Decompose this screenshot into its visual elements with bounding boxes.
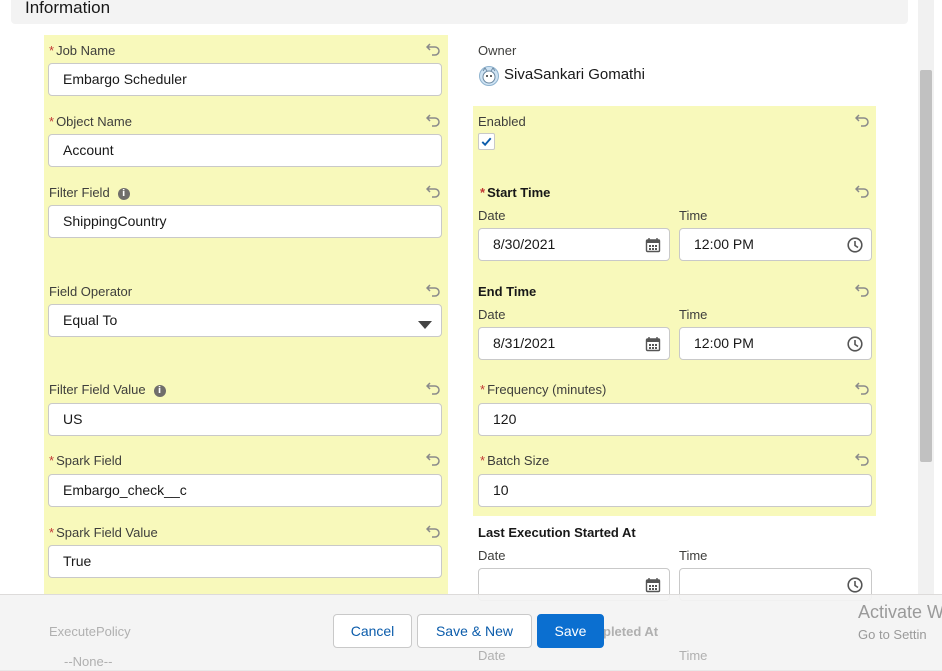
field-operator-select[interactable]: Equal To bbox=[48, 304, 442, 337]
start-date-input[interactable]: 8/30/2021 bbox=[478, 228, 670, 261]
info-icon[interactable]: i bbox=[117, 187, 130, 200]
object-name-label: * Object Name bbox=[49, 114, 132, 129]
last-started-time-label: Time bbox=[679, 548, 708, 563]
undo-icon[interactable] bbox=[855, 380, 871, 396]
frequency-label: * Frequency (minutes) bbox=[480, 382, 607, 397]
job-name-input[interactable]: Embargo Scheduler bbox=[48, 63, 442, 96]
undo-icon[interactable] bbox=[426, 112, 442, 128]
undo-icon[interactable] bbox=[426, 451, 442, 467]
calendar-icon[interactable] bbox=[645, 336, 661, 352]
save-and-new-button[interactable]: Save & New bbox=[417, 614, 532, 648]
end-date-input[interactable]: 8/31/2021 bbox=[478, 327, 670, 360]
job-name-label: * Job Name bbox=[49, 43, 116, 58]
undo-icon[interactable] bbox=[426, 380, 442, 396]
field-operator-label: Field Operator bbox=[49, 284, 133, 299]
undo-icon[interactable] bbox=[855, 112, 871, 128]
undo-icon[interactable] bbox=[426, 523, 442, 539]
undo-icon[interactable] bbox=[426, 41, 442, 57]
section-header[interactable]: Information bbox=[11, 0, 908, 24]
section-title: Information bbox=[25, 0, 111, 17]
spark-field-value-input[interactable]: True bbox=[48, 545, 442, 578]
filter-field-input[interactable]: ShippingCountry bbox=[48, 205, 442, 238]
end-time-label: End Time bbox=[478, 284, 537, 299]
last-completed-date-label: Date bbox=[478, 648, 506, 663]
edit-record-modal: Information * Job Name Embargo Scheduler … bbox=[0, 0, 942, 671]
execute-policy-label: ExecutePolicy bbox=[49, 624, 131, 639]
chevron-down-icon bbox=[418, 321, 432, 329]
clock-icon[interactable] bbox=[847, 577, 863, 593]
last-completed-time-label: Time bbox=[679, 648, 708, 663]
windows-activation-subtext: Go to Settin bbox=[858, 627, 927, 642]
owner-label: Owner bbox=[478, 43, 517, 58]
object-name-input[interactable]: Account bbox=[48, 134, 442, 167]
last-execution-started-label: Last Execution Started At bbox=[478, 525, 636, 540]
start-time-input[interactable]: 12:00 PM bbox=[679, 228, 872, 261]
execute-policy-value: --None-- bbox=[64, 654, 113, 669]
undo-icon[interactable] bbox=[426, 282, 442, 298]
enabled-label: Enabled bbox=[478, 114, 526, 129]
clock-icon[interactable] bbox=[847, 336, 863, 352]
windows-activation-watermark: Activate W bbox=[858, 602, 942, 622]
spark-field-value-label: * Spark Field Value bbox=[49, 525, 158, 540]
start-time-sub-label: Time bbox=[679, 208, 708, 223]
calendar-icon[interactable] bbox=[645, 577, 661, 593]
clock-icon[interactable] bbox=[847, 237, 863, 253]
start-date-label: Date bbox=[478, 208, 506, 223]
calendar-icon[interactable] bbox=[645, 237, 661, 253]
undo-icon[interactable] bbox=[855, 451, 871, 467]
modal-footer: ExecutePolicy --None-- pleted At Date Ti… bbox=[0, 594, 942, 671]
start-time-label: * Start Time bbox=[480, 185, 551, 200]
spark-field-label: * Spark Field bbox=[49, 453, 122, 468]
owner-value[interactable]: SivaSankari Gomathi bbox=[504, 66, 645, 83]
filter-field-label: Filter Field i bbox=[49, 185, 130, 200]
frequency-input[interactable]: 120 bbox=[478, 403, 872, 436]
filter-field-value-label: Filter Field Value i bbox=[49, 382, 166, 397]
last-execution-completed-label: pleted At bbox=[603, 624, 659, 639]
cancel-button[interactable]: Cancel bbox=[333, 614, 412, 648]
save-button[interactable]: Save bbox=[537, 614, 604, 648]
filter-field-value-input[interactable]: US bbox=[48, 403, 442, 436]
undo-icon[interactable] bbox=[855, 183, 871, 199]
info-icon[interactable]: i bbox=[153, 384, 166, 397]
scrollbar-thumb[interactable] bbox=[920, 70, 932, 462]
spark-field-input[interactable]: Embargo_check__c bbox=[48, 474, 442, 507]
end-date-label: Date bbox=[478, 307, 506, 322]
end-time-sub-label: Time bbox=[679, 307, 708, 322]
last-started-date-label: Date bbox=[478, 548, 506, 563]
enabled-checkbox[interactable] bbox=[478, 133, 495, 150]
undo-icon[interactable] bbox=[855, 282, 871, 298]
end-time-input[interactable]: 12:00 PM bbox=[679, 327, 872, 360]
page-edge bbox=[934, 0, 942, 670]
checkmark-icon bbox=[481, 137, 492, 147]
undo-icon[interactable] bbox=[426, 183, 442, 199]
batch-size-label: * Batch Size bbox=[480, 453, 550, 468]
batch-size-input[interactable]: 10 bbox=[478, 474, 872, 507]
user-avatar-icon bbox=[479, 66, 499, 86]
